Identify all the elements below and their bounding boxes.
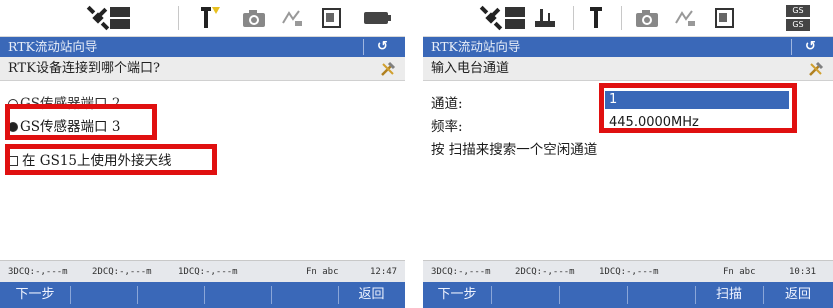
softkey-bar: 下一步 扫描 返回 [423, 282, 833, 308]
status-bar: 3DCQ:-,---m 2DCQ:-,---m 1DCQ:-,---m Fn a… [423, 260, 833, 282]
cq1d-readout: 1DCQ:-,---m [599, 267, 659, 277]
left-screen: RTK流动站向导 ↺ RTK设备连接到哪个端口? GS传感器端口 2 GS传感器… [0, 0, 405, 308]
tools-icon[interactable] [379, 60, 397, 78]
status-bar: 3DCQ:-,---m 2DCQ:-,---m 1DCQ:-,---m Fn a… [0, 260, 405, 282]
cq3d-readout: 3DCQ:-,---m [8, 267, 68, 277]
highlight-box-channel-frequency [599, 83, 797, 133]
radio-base-icon[interactable] [531, 4, 559, 32]
link-icon[interactable] [671, 4, 699, 32]
channel-label: 通道: [431, 96, 463, 112]
softkey-bar: 下一步 返回 [0, 282, 405, 308]
softkey-divider [559, 286, 560, 304]
cq2d-readout: 2DCQ:-,---m [92, 267, 152, 277]
scan-hint: 按 扫描来搜索一个空闲通道 [431, 142, 598, 158]
highlight-box-antenna [5, 144, 217, 175]
clock: 12:47 [370, 267, 398, 277]
toolbar-divider [573, 6, 574, 30]
esc-back-button[interactable]: ↺ [791, 39, 829, 55]
page-subtitle: 输入电台通道 [423, 57, 833, 81]
window-title: RTK流动站向导 [0, 37, 405, 57]
toolbar-top: GS GS [423, 0, 833, 37]
softkey-divider [271, 286, 272, 304]
toolbar-divider [178, 6, 179, 30]
cq3d-readout: 3DCQ:-,---m [431, 267, 491, 277]
gs-sensor-icon: GS GS [783, 4, 813, 32]
softkey-divider [137, 286, 138, 304]
page-subtitle: RTK设备连接到哪个端口? [0, 57, 405, 81]
satellite-count-icon [108, 4, 132, 32]
softkey-divider [491, 286, 492, 304]
window-title: RTK流动站向导 [423, 37, 833, 57]
frequency-label: 频率: [431, 119, 463, 135]
cq1d-readout: 1DCQ:-,---m [178, 267, 238, 277]
memory-icon[interactable] [711, 4, 739, 32]
rover-pole-icon[interactable] [583, 4, 611, 32]
clock: 10:31 [789, 267, 817, 277]
next-button[interactable]: 下一步 [0, 282, 70, 308]
back-button[interactable]: 返回 [338, 282, 405, 308]
softkey-divider [204, 286, 205, 304]
toolbar-divider [621, 6, 622, 30]
cq2d-readout: 2DCQ:-,---m [515, 267, 575, 277]
gs-label: GS [786, 5, 810, 17]
page-subtitle-text: RTK设备连接到哪个端口? [8, 61, 160, 76]
rover-pole-icon[interactable] [196, 4, 224, 32]
link-icon[interactable] [278, 4, 306, 32]
camera-icon[interactable] [240, 4, 268, 32]
page-subtitle-text: 输入电台通道 [431, 61, 510, 76]
satellite-icon[interactable] [477, 4, 505, 32]
softkey-divider [70, 286, 71, 304]
memory-icon[interactable] [318, 4, 346, 32]
softkey-divider [627, 286, 628, 304]
battery-icon [362, 4, 392, 32]
right-screen: GS GS RTK流动站向导 ↺ 输入电台通道 通道: 1 频率: 445.00… [423, 0, 833, 308]
satellite-count-icon [503, 4, 527, 32]
scan-button[interactable]: 扫描 [695, 282, 763, 308]
highlight-box-port-3 [5, 104, 157, 140]
next-button[interactable]: 下一步 [423, 282, 491, 308]
back-button[interactable]: 返回 [763, 282, 833, 308]
tools-icon[interactable] [807, 60, 825, 78]
gs-label: GS [786, 19, 810, 31]
input-mode: Fn abc [306, 267, 339, 277]
input-mode: Fn abc [723, 267, 756, 277]
esc-back-button[interactable]: ↺ [363, 39, 401, 55]
camera-icon[interactable] [633, 4, 661, 32]
toolbar-top [0, 0, 405, 37]
